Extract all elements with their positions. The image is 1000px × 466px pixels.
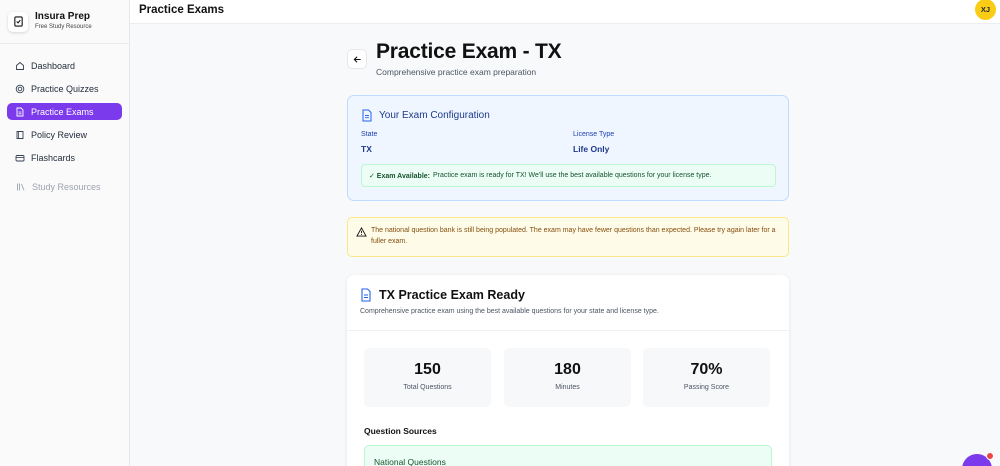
stat-minutes: 180 Minutes bbox=[504, 348, 631, 407]
exam-configuration-card: Your Exam Configuration State TX License… bbox=[347, 95, 789, 201]
exam-ready-description: Comprehensive practice exam using the be… bbox=[360, 308, 659, 315]
document-icon bbox=[15, 107, 25, 117]
sidebar-item-practice-quizzes[interactable]: Practice Quizzes bbox=[7, 80, 122, 97]
sidebar-item-flashcards[interactable]: Flashcards bbox=[7, 149, 122, 166]
warning-text: The national question bank is still bein… bbox=[371, 227, 776, 245]
brand-name: Insura Prep bbox=[35, 11, 91, 22]
sidebar-nav: Dashboard Practice Quizzes Practice Exam… bbox=[0, 44, 129, 195]
brand[interactable]: Insura Prep Free Study Resource bbox=[0, 0, 129, 44]
license-type-value: Life Only bbox=[573, 144, 610, 154]
divider bbox=[347, 330, 789, 331]
exam-ready-heading: TX Practice Exam Ready bbox=[379, 288, 525, 302]
config-heading: Your Exam Configuration bbox=[379, 110, 490, 121]
sidebar-item-label: Policy Review bbox=[31, 129, 88, 140]
sidebar-item-label: Practice Exams bbox=[31, 106, 94, 117]
state-value: TX bbox=[361, 144, 372, 154]
document-icon bbox=[362, 109, 372, 122]
stat-value: 70% bbox=[690, 361, 723, 378]
question-sources-heading: Question Sources bbox=[364, 426, 437, 436]
exam-available-notice: ✓ Exam Available: Practice exam is ready… bbox=[361, 164, 776, 187]
document-icon bbox=[361, 288, 371, 302]
home-icon bbox=[15, 61, 25, 71]
stat-value: 180 bbox=[554, 361, 581, 378]
page-title: Practice Exam - TX bbox=[376, 40, 562, 63]
question-source-national: National Questions bbox=[364, 445, 772, 466]
arrow-left-icon bbox=[353, 55, 361, 63]
brand-tagline: Free Study Resource bbox=[35, 24, 92, 30]
stat-value: 150 bbox=[414, 361, 441, 378]
target-icon bbox=[15, 84, 25, 94]
top-bar: Practice Exams XJ bbox=[130, 0, 1000, 24]
exam-available-text: Practice exam is ready for TX! We'll use… bbox=[432, 172, 712, 179]
main-content: Practice Exam - TX Comprehensive practic… bbox=[130, 25, 1000, 466]
question-bank-warning: The national question bank is still bein… bbox=[347, 217, 789, 257]
exam-available-prefix: ✓ Exam Available: bbox=[369, 172, 430, 180]
stat-total-questions: 150 Total Questions bbox=[364, 348, 491, 407]
sidebar-item-study-resources[interactable]: Study Resources bbox=[7, 178, 122, 195]
warning-icon bbox=[356, 227, 367, 237]
stat-label: Passing Score bbox=[683, 384, 730, 391]
library-icon bbox=[16, 182, 26, 192]
cards-icon bbox=[15, 153, 25, 163]
sidebar-item-dashboard[interactable]: Dashboard bbox=[7, 57, 122, 74]
sidebar-item-practice-exams[interactable]: Practice Exams bbox=[7, 103, 122, 120]
license-type-label: License Type bbox=[573, 131, 615, 138]
sidebar-item-label: Dashboard bbox=[31, 60, 76, 71]
sidebar-item-label: Flashcards bbox=[31, 152, 76, 163]
sidebar-item-label: Practice Quizzes bbox=[31, 83, 99, 94]
sidebar: Insura Prep Free Study Resource Dashboar… bbox=[0, 0, 130, 466]
sidebar-item-label: Study Resources bbox=[32, 181, 101, 192]
page-header-title: Practice Exams bbox=[139, 4, 225, 16]
exam-ready-card: TX Practice Exam Ready Comprehensive pra… bbox=[347, 275, 789, 466]
stat-label: Minutes bbox=[555, 384, 580, 391]
avatar[interactable]: XJ bbox=[975, 0, 996, 20]
book-icon bbox=[15, 130, 25, 140]
notification-dot bbox=[986, 452, 994, 460]
sidebar-item-policy-review[interactable]: Policy Review bbox=[7, 126, 122, 143]
stat-passing-score: 70% Passing Score bbox=[643, 348, 770, 407]
stat-label: Total Questions bbox=[403, 384, 452, 391]
back-button[interactable] bbox=[347, 49, 367, 69]
page-subtitle: Comprehensive practice exam preparation bbox=[376, 67, 537, 77]
state-label: State bbox=[361, 131, 378, 138]
logo-icon bbox=[8, 11, 28, 32]
question-source-label: National Questions bbox=[374, 457, 446, 466]
